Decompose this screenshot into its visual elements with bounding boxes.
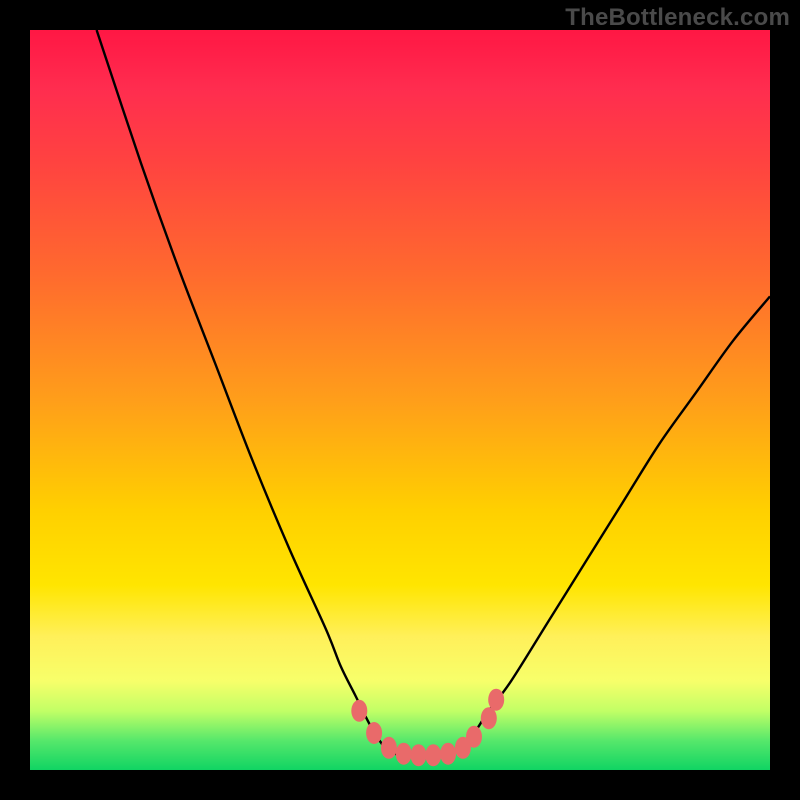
optimal-marker xyxy=(481,707,497,729)
watermark-text: TheBottleneck.com xyxy=(565,4,790,32)
plot-area xyxy=(30,30,770,770)
optimal-marker xyxy=(411,744,427,766)
optimal-marker xyxy=(425,744,441,766)
marker-group xyxy=(351,689,504,767)
optimal-marker xyxy=(440,743,456,765)
optimal-marker xyxy=(488,689,504,711)
chart-frame: TheBottleneck.com xyxy=(0,0,800,800)
optimal-marker xyxy=(381,737,397,759)
bottleneck-curve xyxy=(30,30,770,770)
optimal-marker xyxy=(366,722,382,744)
curve-path xyxy=(97,30,770,756)
optimal-marker xyxy=(466,726,482,748)
optimal-marker xyxy=(351,700,367,722)
optimal-marker xyxy=(396,743,412,765)
